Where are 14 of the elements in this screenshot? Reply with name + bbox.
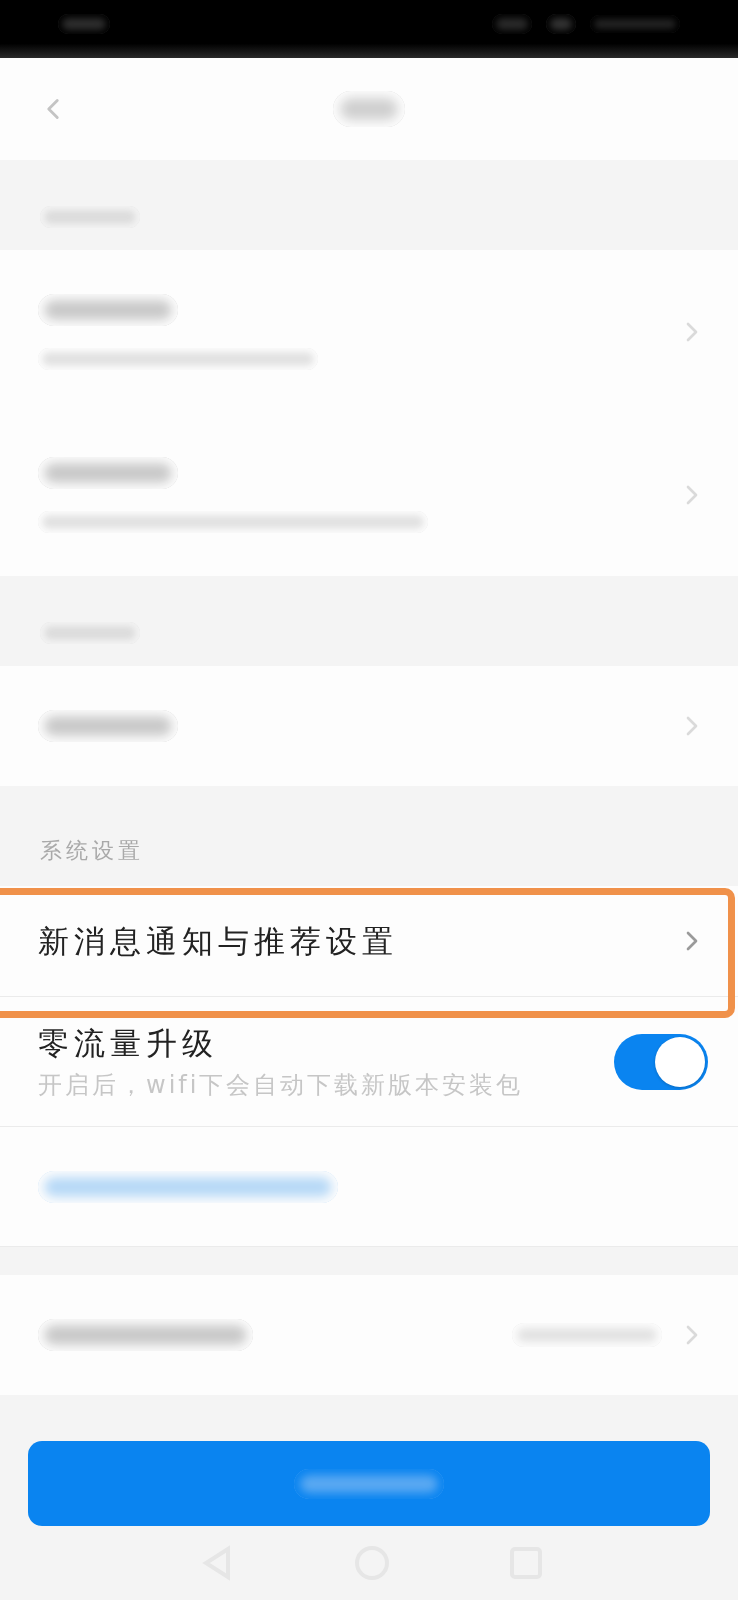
blurred-title xyxy=(333,91,405,127)
settings-row[interactable] xyxy=(0,1127,738,1247)
blurred-status-icon xyxy=(546,14,576,34)
blurred-status-text xyxy=(58,14,110,34)
row-title: 零流量升级 xyxy=(38,1023,219,1063)
action-button[interactable] xyxy=(28,1441,710,1526)
settings-row[interactable]: 新消息通知与推荐设置 xyxy=(0,886,738,997)
blurred-status-icon xyxy=(492,14,532,34)
blurred-status-icon xyxy=(590,15,680,33)
settings-row[interactable] xyxy=(0,250,738,413)
settings-row[interactable] xyxy=(0,413,738,576)
settings-row[interactable] xyxy=(0,1275,738,1395)
settings-row[interactable] xyxy=(0,666,738,786)
section-header: 系统设置 xyxy=(40,837,144,865)
